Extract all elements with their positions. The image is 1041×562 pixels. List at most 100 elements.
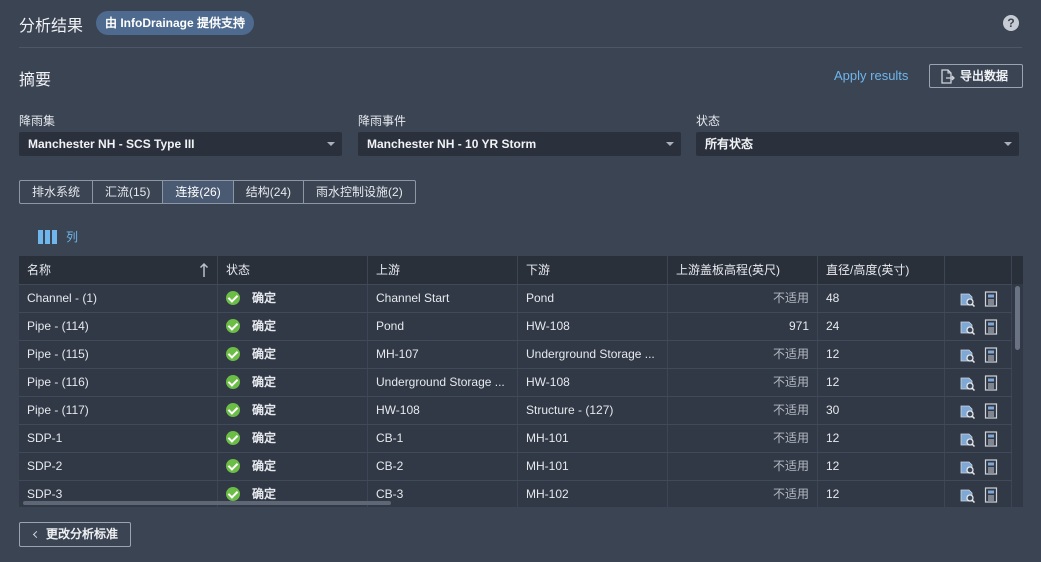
cell-diameter: 12 <box>818 481 945 507</box>
column-header-diameter[interactable]: 直径/高度(英寸) <box>818 256 945 284</box>
zoom-to-object-icon[interactable] <box>959 459 975 475</box>
table-row[interactable]: Pipe - (114) 确定 Pond HW-108 971 24 <box>19 312 1012 341</box>
zoom-to-object-icon[interactable] <box>959 347 975 363</box>
cell-actions <box>945 397 1012 425</box>
cell-name: SDP-2 <box>19 453 218 481</box>
rainfall-event-label: 降雨事件 <box>358 114 407 128</box>
check-circle-icon <box>226 346 240 361</box>
table-row[interactable]: SDP-1 确定 CB-1 MH-101 不适用 12 <box>19 424 1012 453</box>
change-analysis-criteria-label: 更改分析标准 <box>46 527 119 541</box>
sort-ascending-icon[interactable] <box>199 262 209 278</box>
status-text: 确定 <box>252 459 277 473</box>
check-circle-icon <box>226 318 240 333</box>
cell-status: 确定 <box>218 369 368 397</box>
apply-results-link[interactable]: Apply results <box>834 68 908 83</box>
report-icon[interactable] <box>984 487 998 503</box>
scroll-thumb[interactable] <box>1015 286 1020 350</box>
report-icon[interactable] <box>984 347 998 363</box>
column-header-downstream[interactable]: 下游 <box>518 256 668 284</box>
vertical-scrollbar[interactable] <box>1015 284 1021 507</box>
cell-status: 确定 <box>218 397 368 425</box>
zoom-to-object-icon[interactable] <box>959 487 975 503</box>
export-data-button[interactable]: 导出数据 <box>929 64 1023 88</box>
chevron-down-icon <box>327 142 335 146</box>
cell-status: 确定 <box>218 285 368 313</box>
cell-actions <box>945 481 1012 507</box>
table-row[interactable]: Pipe - (116) 确定 Underground Storage ... HW-… <box>19 368 1012 397</box>
cell-downstream: HW-108 <box>518 369 668 397</box>
cell-invert-elevation: 不适用 <box>668 397 818 425</box>
table-row[interactable]: Channel - (1) 确定 Channel Start Pond 不适用 48 <box>19 284 1012 313</box>
columns-label: 列 <box>66 230 79 244</box>
cell-name: Pipe - (114) <box>19 313 218 341</box>
check-circle-icon <box>226 430 240 445</box>
check-circle-icon <box>226 290 240 305</box>
status-text: 确定 <box>252 319 277 333</box>
status-text: 确定 <box>252 403 277 417</box>
column-header-label: 名称 <box>27 263 52 277</box>
cell-actions <box>945 369 1012 397</box>
cell-diameter: 12 <box>818 341 945 369</box>
chevron-down-icon <box>1004 142 1012 146</box>
export-file-icon <box>941 69 955 84</box>
tab-drainage-system[interactable]: 排水系统 <box>19 180 94 204</box>
report-icon[interactable] <box>984 319 998 335</box>
cell-upstream: HW-108 <box>368 397 518 425</box>
cell-invert-elevation: 971 <box>668 313 818 341</box>
cell-upstream: Underground Storage ... <box>368 369 518 397</box>
help-icon[interactable]: ? <box>1003 15 1019 31</box>
tab-structures[interactable]: 结构(24) <box>233 180 305 204</box>
table-header: 名称 状态 上游 下游 上游盖板高程(英尺) 直径/高度(英寸) <box>19 256 1023 284</box>
status-filter-value: 所有状态 <box>705 137 754 151</box>
rainfall-set-value: Manchester NH - SCS Type III <box>28 137 195 151</box>
status-text: 确定 <box>252 487 277 501</box>
cell-actions <box>945 341 1012 369</box>
top-bar: 分析结果 由 InfoDrainage 提供支持 ? <box>0 0 1041 47</box>
report-icon[interactable] <box>984 291 998 307</box>
change-analysis-criteria-button[interactable]: 更改分析标准 <box>19 522 131 547</box>
cell-name: Pipe - (117) <box>19 397 218 425</box>
column-header-name[interactable]: 名称 <box>19 256 218 284</box>
tab-stormwater-controls[interactable]: 雨水控制设施(2) <box>304 180 416 204</box>
cell-actions <box>945 285 1012 313</box>
tab-catchments[interactable]: 汇流(15) <box>93 180 164 204</box>
check-circle-icon <box>226 374 240 389</box>
check-circle-icon <box>226 402 240 417</box>
columns-button[interactable]: 列 <box>38 228 78 245</box>
table-row[interactable]: Pipe - (117) 确定 HW-108 Structure - (127) 不适用… <box>19 396 1012 425</box>
zoom-to-object-icon[interactable] <box>959 431 975 447</box>
rainfall-set-select[interactable]: Manchester NH - SCS Type III <box>19 132 342 156</box>
table-row[interactable]: Pipe - (115) 确定 MH-107 Underground Storage … <box>19 340 1012 369</box>
zoom-to-object-icon[interactable] <box>959 291 975 307</box>
cell-name: Pipe - (116) <box>19 369 218 397</box>
column-header-upstream[interactable]: 上游 <box>368 256 518 284</box>
check-circle-icon <box>226 486 240 501</box>
rainfall-event-select[interactable]: Manchester NH - 10 YR Storm <box>358 132 681 156</box>
report-icon[interactable] <box>984 375 998 391</box>
report-icon[interactable] <box>984 431 998 447</box>
cell-invert-elevation: 不适用 <box>668 425 818 453</box>
cell-diameter: 12 <box>818 453 945 481</box>
report-icon[interactable] <box>984 459 998 475</box>
table-row[interactable]: SDP-2 确定 CB-2 MH-101 不适用 12 <box>19 452 1012 481</box>
page-title: 分析结果 <box>19 18 84 35</box>
cell-diameter: 30 <box>818 397 945 425</box>
report-icon[interactable] <box>984 403 998 419</box>
cell-upstream: Channel Start <box>368 285 518 313</box>
check-circle-icon <box>226 458 240 473</box>
tab-connections[interactable]: 连接(26) <box>163 180 234 204</box>
zoom-to-object-icon[interactable] <box>959 375 975 391</box>
cell-diameter: 12 <box>818 369 945 397</box>
horizontal-scrollbar[interactable] <box>23 501 391 505</box>
zoom-to-object-icon[interactable] <box>959 403 975 419</box>
cell-name: Pipe - (115) <box>19 341 218 369</box>
status-text: 确定 <box>252 347 277 361</box>
zoom-to-object-icon[interactable] <box>959 319 975 335</box>
column-header-invert-elevation[interactable]: 上游盖板高程(英尺) <box>668 256 818 284</box>
status-filter-select[interactable]: 所有状态 <box>696 132 1019 156</box>
column-header-actions <box>945 256 1012 284</box>
cell-status: 确定 <box>218 425 368 453</box>
cell-name: SDP-1 <box>19 425 218 453</box>
column-header-status[interactable]: 状态 <box>218 256 368 284</box>
status-filter-label: 状态 <box>696 114 721 128</box>
